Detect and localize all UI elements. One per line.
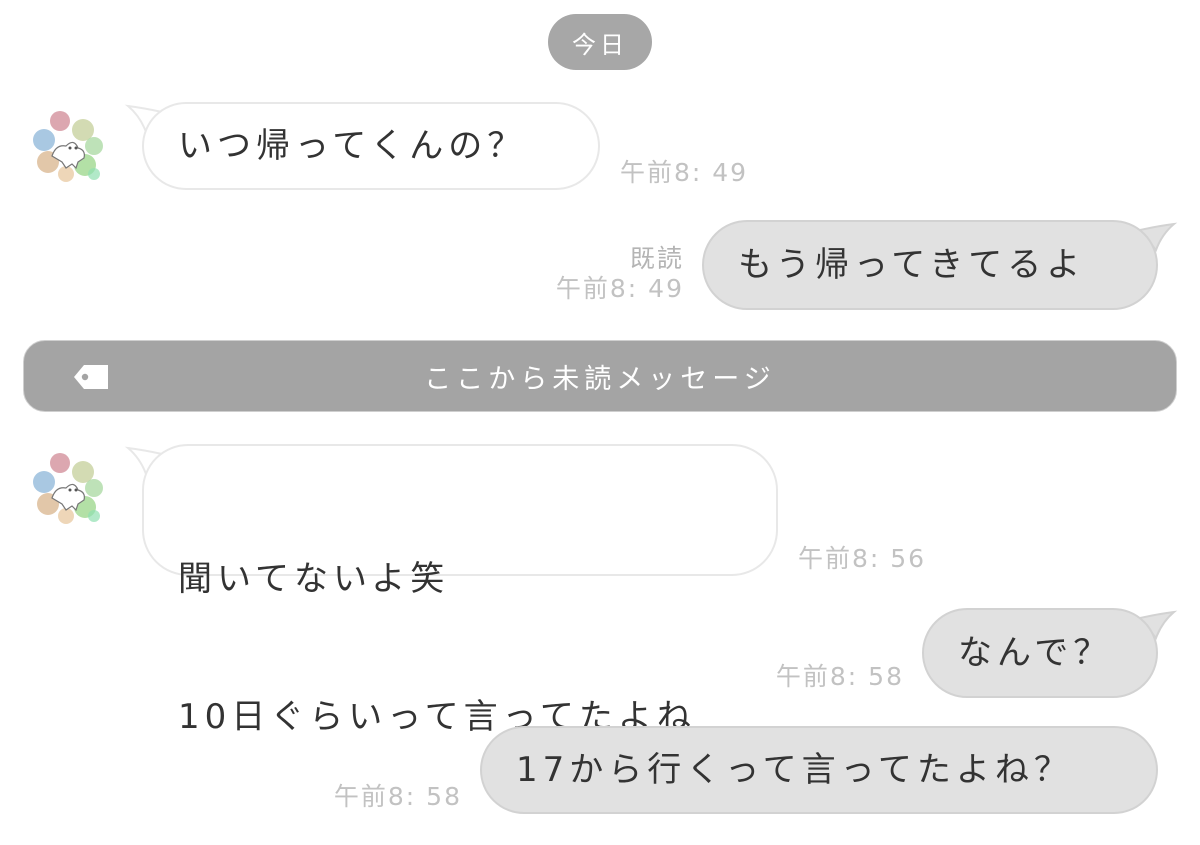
message-timestamp: 午前8: 58 <box>333 782 462 811</box>
message-text: なんで？ <box>958 633 1113 673</box>
message-text: もう帰ってきてるよ <box>738 245 1086 285</box>
avatar-icon[interactable] <box>30 452 106 528</box>
tag-icon <box>74 365 108 389</box>
message-bubble-outgoing[interactable]: 17から行くって言ってたよね？ <box>480 726 1158 814</box>
message-bubble-outgoing[interactable]: なんで？ <box>922 608 1158 698</box>
read-receipt: 既読 <box>629 244 684 273</box>
avatar-icon[interactable] <box>30 110 106 186</box>
unread-messages-divider: ここから未読メッセージ <box>23 340 1177 412</box>
message-meta: 既読 午前8: 49 <box>556 244 684 304</box>
unread-divider-label: ここから未読メッセージ <box>424 363 776 395</box>
message-text-line: 聞いてないよ笑 <box>178 559 450 599</box>
message-timestamp: 午前8: 49 <box>555 274 684 303</box>
message-timestamp: 午前8: 58 <box>775 662 904 691</box>
date-separator: 今日 <box>548 14 652 70</box>
message-bubble-outgoing[interactable]: もう帰ってきてるよ <box>702 220 1158 310</box>
message-text: 17から行くって言ってたよね？ <box>516 750 1073 790</box>
message-bubble-incoming[interactable]: 聞いてないよ笑 10日ぐらいって言ってたよね <box>142 444 778 737</box>
message-timestamp: 午前8: 49 <box>620 158 749 187</box>
message-text: いつ帰ってくんの？ <box>178 126 527 166</box>
message-bubble-incoming[interactable]: いつ帰ってくんの？ <box>142 102 600 190</box>
message-timestamp: 午前8: 56 <box>798 544 927 573</box>
